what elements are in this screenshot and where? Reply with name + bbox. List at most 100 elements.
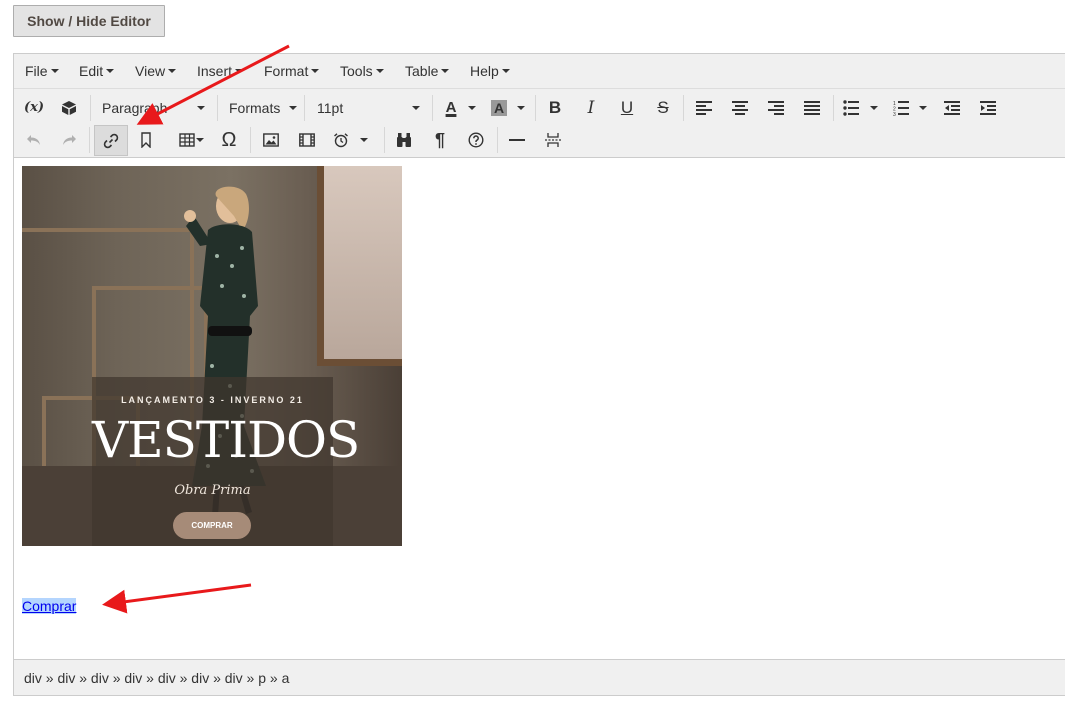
align-right-button[interactable] [761,93,791,123]
align-left-icon [696,101,712,115]
toolbar-separator [304,95,305,121]
font-size-select[interactable]: 11pt [317,93,422,123]
numbered-list-icon: 123 [893,101,909,116]
text-color-button[interactable]: A [436,93,466,123]
bold-button[interactable]: B [540,93,570,123]
toolbar-separator [833,95,834,121]
page-break-button[interactable] [538,125,568,155]
menu-edit[interactable]: Edit [79,54,115,88]
window-decoration [317,166,402,366]
binoculars-icon [397,133,411,147]
chevron-down-icon [501,69,510,74]
redo-icon [63,135,76,145]
toolbar: (x) Paragraph Formats 11pt A A B I U S 1… [14,89,1065,158]
menu-tools-label: Tools [340,63,373,79]
find-replace-button[interactable] [389,125,419,155]
chevron-down-icon [919,105,927,110]
bookmark-icon [141,132,151,148]
undo-button[interactable] [19,125,49,155]
svg-text:3: 3 [893,112,896,116]
formats-select[interactable]: Formats [229,93,299,123]
bullet-list-icon [843,100,859,116]
chevron-down-icon [106,69,115,74]
image-icon [263,133,279,147]
text-color-dropdown[interactable] [464,93,480,123]
banner-overlay: LANÇAMENTO 3 - INVERNO 21 VESTIDOS Obra … [92,377,360,546]
bg-color-button[interactable]: A [484,93,514,123]
alarm-clock-icon [334,133,348,148]
menu-help-label: Help [470,63,499,79]
redo-button[interactable] [54,125,84,155]
bullet-list-button[interactable] [836,93,866,123]
banner-buy-button: COMPRAR [173,512,251,539]
special-character-button[interactable]: Ω [214,125,244,155]
banner-title: VESTIDOS [92,411,360,469]
menu-format[interactable]: Format [264,54,320,88]
horizontal-line-button[interactable] [502,125,532,155]
toolbar-separator [535,95,536,121]
chevron-down-icon [50,69,59,74]
banner-script: Obra Prima [174,483,251,498]
toolbar-separator [683,95,684,121]
menu-view-label: View [135,63,166,79]
menu-insert[interactable]: Insert [197,54,244,88]
show-hide-editor-button[interactable]: Show / Hide Editor [13,5,165,37]
insert-image-button[interactable] [256,125,286,155]
menu-tools[interactable]: Tools [340,54,384,88]
omega-icon: Ω [221,129,237,151]
indent-button[interactable] [973,93,1003,123]
chevron-down-icon [870,105,878,110]
banner-subtitle: LANÇAMENTO 3 - INVERNO 21 [121,395,304,405]
show-blocks-button[interactable]: ¶ [425,125,455,155]
film-icon [299,133,315,147]
menu-edit-label: Edit [79,63,104,79]
element-path-statusbar: div » div » div » div » div » div » div … [14,659,1065,695]
bg-color-letter: A [490,100,508,116]
insert-media-button[interactable] [292,125,322,155]
element-path[interactable]: div » div » div » div » div » div » div … [24,670,289,686]
datetime-dropdown[interactable] [356,125,372,155]
numbered-list-dropdown[interactable] [915,93,931,123]
toolbar-separator [432,95,433,121]
toolbar-separator [90,95,91,121]
numbered-list-button[interactable]: 123 [886,93,916,123]
strikethrough-button[interactable]: S [648,93,678,123]
formats-value: Formats [229,100,281,116]
insert-widget-button[interactable] [54,93,84,123]
comprar-link[interactable]: Comprar [22,598,77,614]
bg-color-dropdown[interactable] [513,93,529,123]
insert-datetime-button[interactable] [326,125,356,155]
chevron-down-icon [196,137,204,142]
chevron-down-icon [468,105,476,110]
banner-image[interactable]: LANÇAMENTO 3 - INVERNO 21 VESTIDOS Obra … [22,166,402,546]
menu-table[interactable]: Table [405,54,450,88]
chevron-down-icon [168,69,177,74]
table-dropdown[interactable] [192,125,208,155]
outdent-button[interactable] [937,93,967,123]
menu-file[interactable]: File [25,54,59,88]
align-right-icon [768,101,784,115]
align-left-button[interactable] [689,93,719,123]
help-button[interactable] [461,125,491,155]
chevron-down-icon [517,105,525,110]
align-justify-button[interactable] [797,93,827,123]
toolbar-separator [384,127,385,153]
question-circle-icon [468,132,484,148]
chevron-down-icon [235,69,244,74]
editor-content[interactable]: LANÇAMENTO 3 - INVERNO 21 VESTIDOS Obra … [14,158,1065,658]
underline-button[interactable]: U [612,93,642,123]
block-format-select[interactable]: Paragraph [102,93,207,123]
align-center-button[interactable] [725,93,755,123]
bullet-list-dropdown[interactable] [866,93,882,123]
insert-variable-button[interactable]: (x) [19,93,49,123]
italic-button[interactable]: I [576,93,606,123]
align-justify-icon [804,101,820,115]
chevron-down-icon [197,106,205,110]
menubar: File Edit View Insert Format Tools Table… [14,54,1065,89]
menu-view[interactable]: View [135,54,177,88]
widget-cube-icon [62,101,76,115]
anchor-button[interactable] [131,125,161,155]
chevron-down-icon [375,69,384,74]
insert-link-button[interactable] [94,125,128,156]
menu-help[interactable]: Help [470,54,510,88]
